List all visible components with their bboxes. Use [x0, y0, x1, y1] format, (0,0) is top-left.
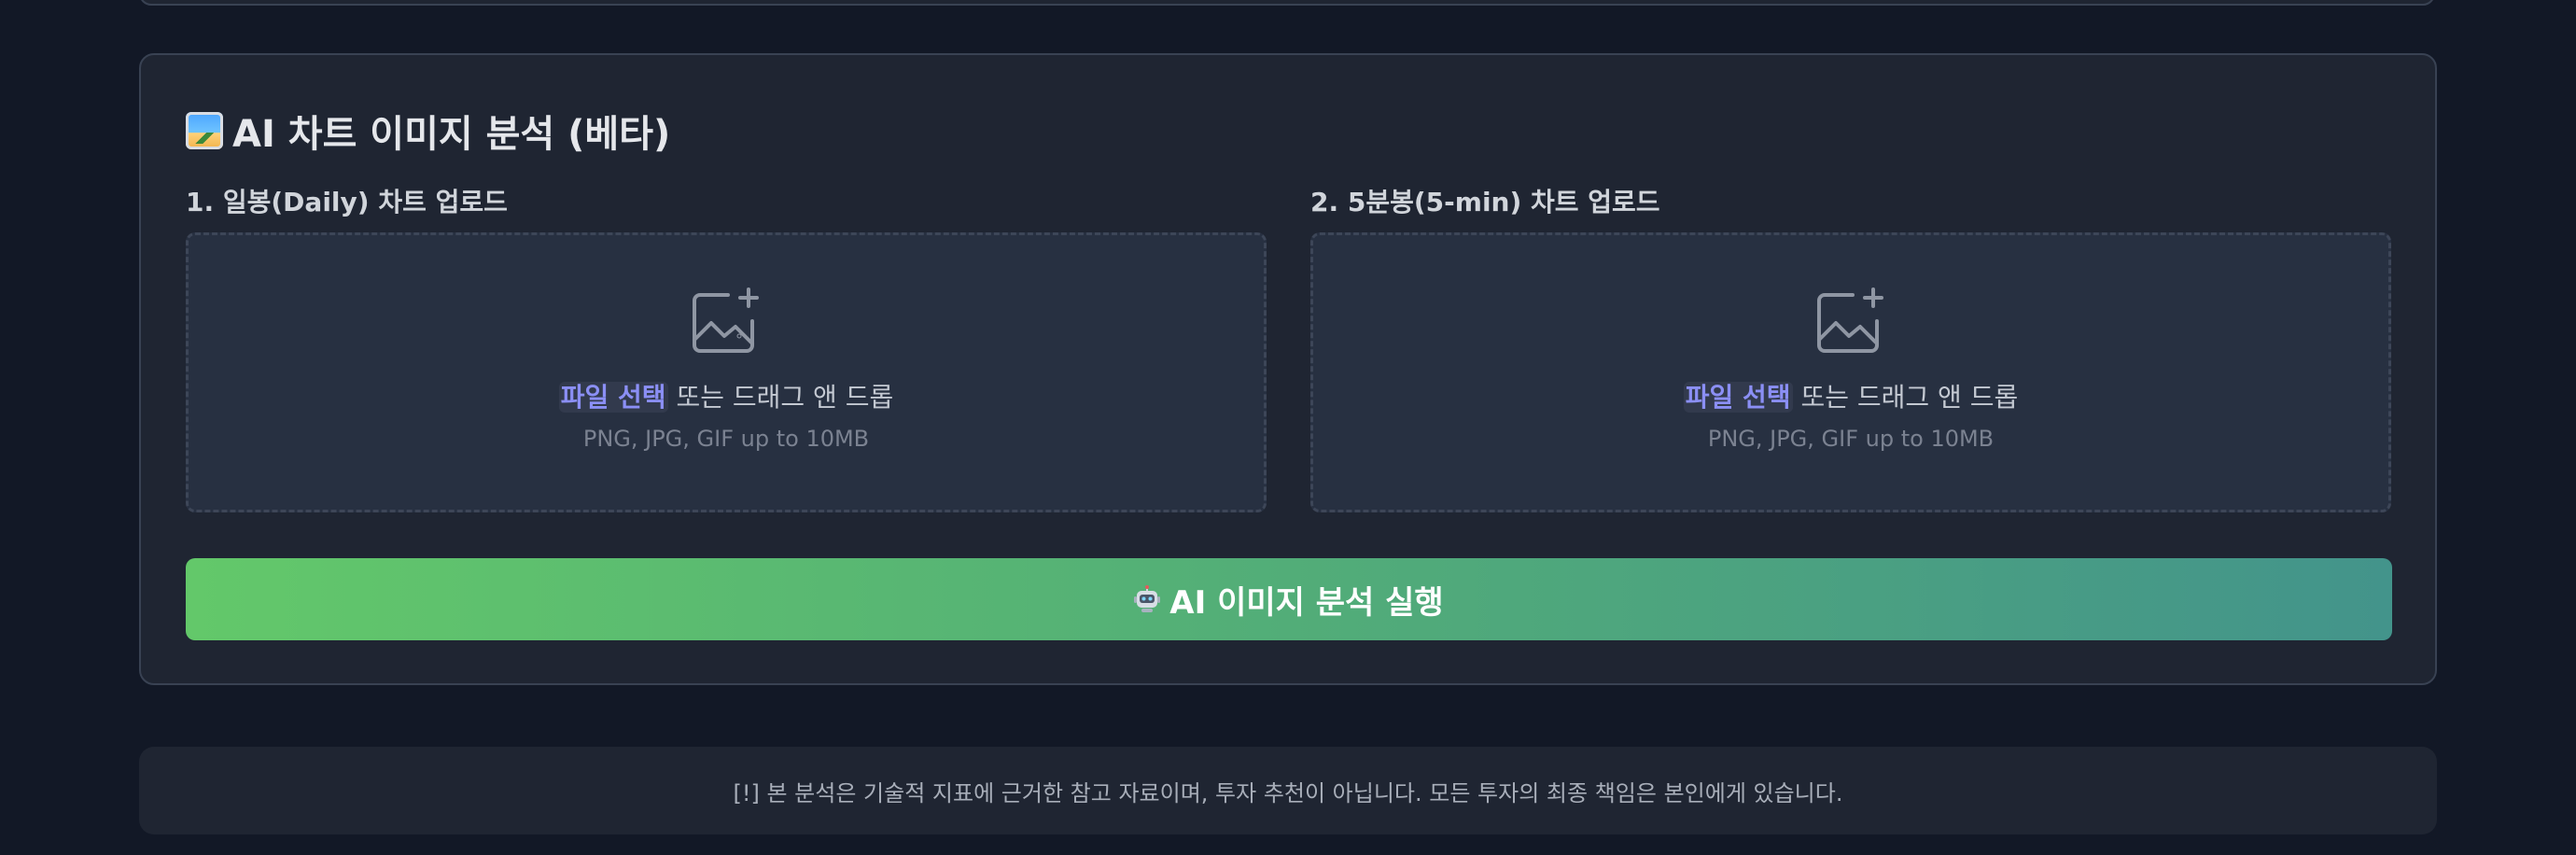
- five-min-drag-text: 또는 드래그 앤 드롭: [1792, 382, 2019, 413]
- image-add-icon: [693, 287, 759, 353]
- five-min-file-select-link[interactable]: 파일 선택: [1683, 382, 1793, 413]
- daily-chart-dropzone[interactable]: 파일 선택 또는 드래그 앤 드롭 PNG, JPG, GIF up to 10…: [186, 232, 1267, 512]
- five-min-file-hint: PNG, JPG, GIF up to 10MB: [1707, 426, 1995, 452]
- daily-file-hint: PNG, JPG, GIF up to 10MB: [582, 426, 870, 452]
- ai-image-analysis-button-label: AI 이미지 분석 실행: [1169, 583, 1444, 622]
- five-min-chart-upload-label: 2. 5분봉(5-min) 차트 업로드: [1310, 187, 1660, 217]
- framed-picture-icon: [186, 112, 223, 149]
- daily-chart-upload: 1. 일봉(Daily) 차트 업로드 파일 선택 또는 드래그 앤 드롭 PN…: [186, 186, 1267, 512]
- panel-title: AI 차트 이미지 분석 (베타): [186, 104, 670, 158]
- robot-icon: [1134, 585, 1161, 612]
- previous-section-card: [139, 0, 2435, 6]
- daily-file-select-link[interactable]: 파일 선택: [558, 382, 668, 413]
- five-min-drop-instructions: 파일 선택 또는 드래그 앤 드롭: [1313, 377, 2388, 414]
- five-min-chart-dropzone[interactable]: 파일 선택 또는 드래그 앤 드롭 PNG, JPG, GIF up to 10…: [1310, 232, 2391, 512]
- daily-chart-upload-label: 1. 일봉(Daily) 차트 업로드: [186, 187, 508, 217]
- disclaimer-text: [!] 본 분석은 기술적 지표에 근거한 참고 자료이며, 투자 추천이 아닙…: [733, 779, 1843, 806]
- five-min-chart-upload: 2. 5분봉(5-min) 차트 업로드 파일 선택 또는 드래그 앤 드롭 P…: [1310, 186, 2391, 512]
- ai-chart-image-analysis-panel: AI 차트 이미지 분석 (베타) 1. 일봉(Daily) 차트 업로드 파일…: [139, 53, 2437, 685]
- image-add-icon: [1817, 287, 1883, 353]
- panel-title-text: AI 차트 이미지 분석 (베타): [232, 113, 671, 156]
- daily-drag-text: 또는 드래그 앤 드롭: [667, 382, 894, 413]
- daily-drop-instructions: 파일 선택 또는 드래그 앤 드롭: [189, 377, 1264, 414]
- disclaimer-banner: [!] 본 분석은 기술적 지표에 근거한 참고 자료이며, 투자 추천이 아닙…: [139, 747, 2437, 834]
- ai-image-analysis-button[interactable]: AI 이미지 분석 실행: [186, 558, 2392, 640]
